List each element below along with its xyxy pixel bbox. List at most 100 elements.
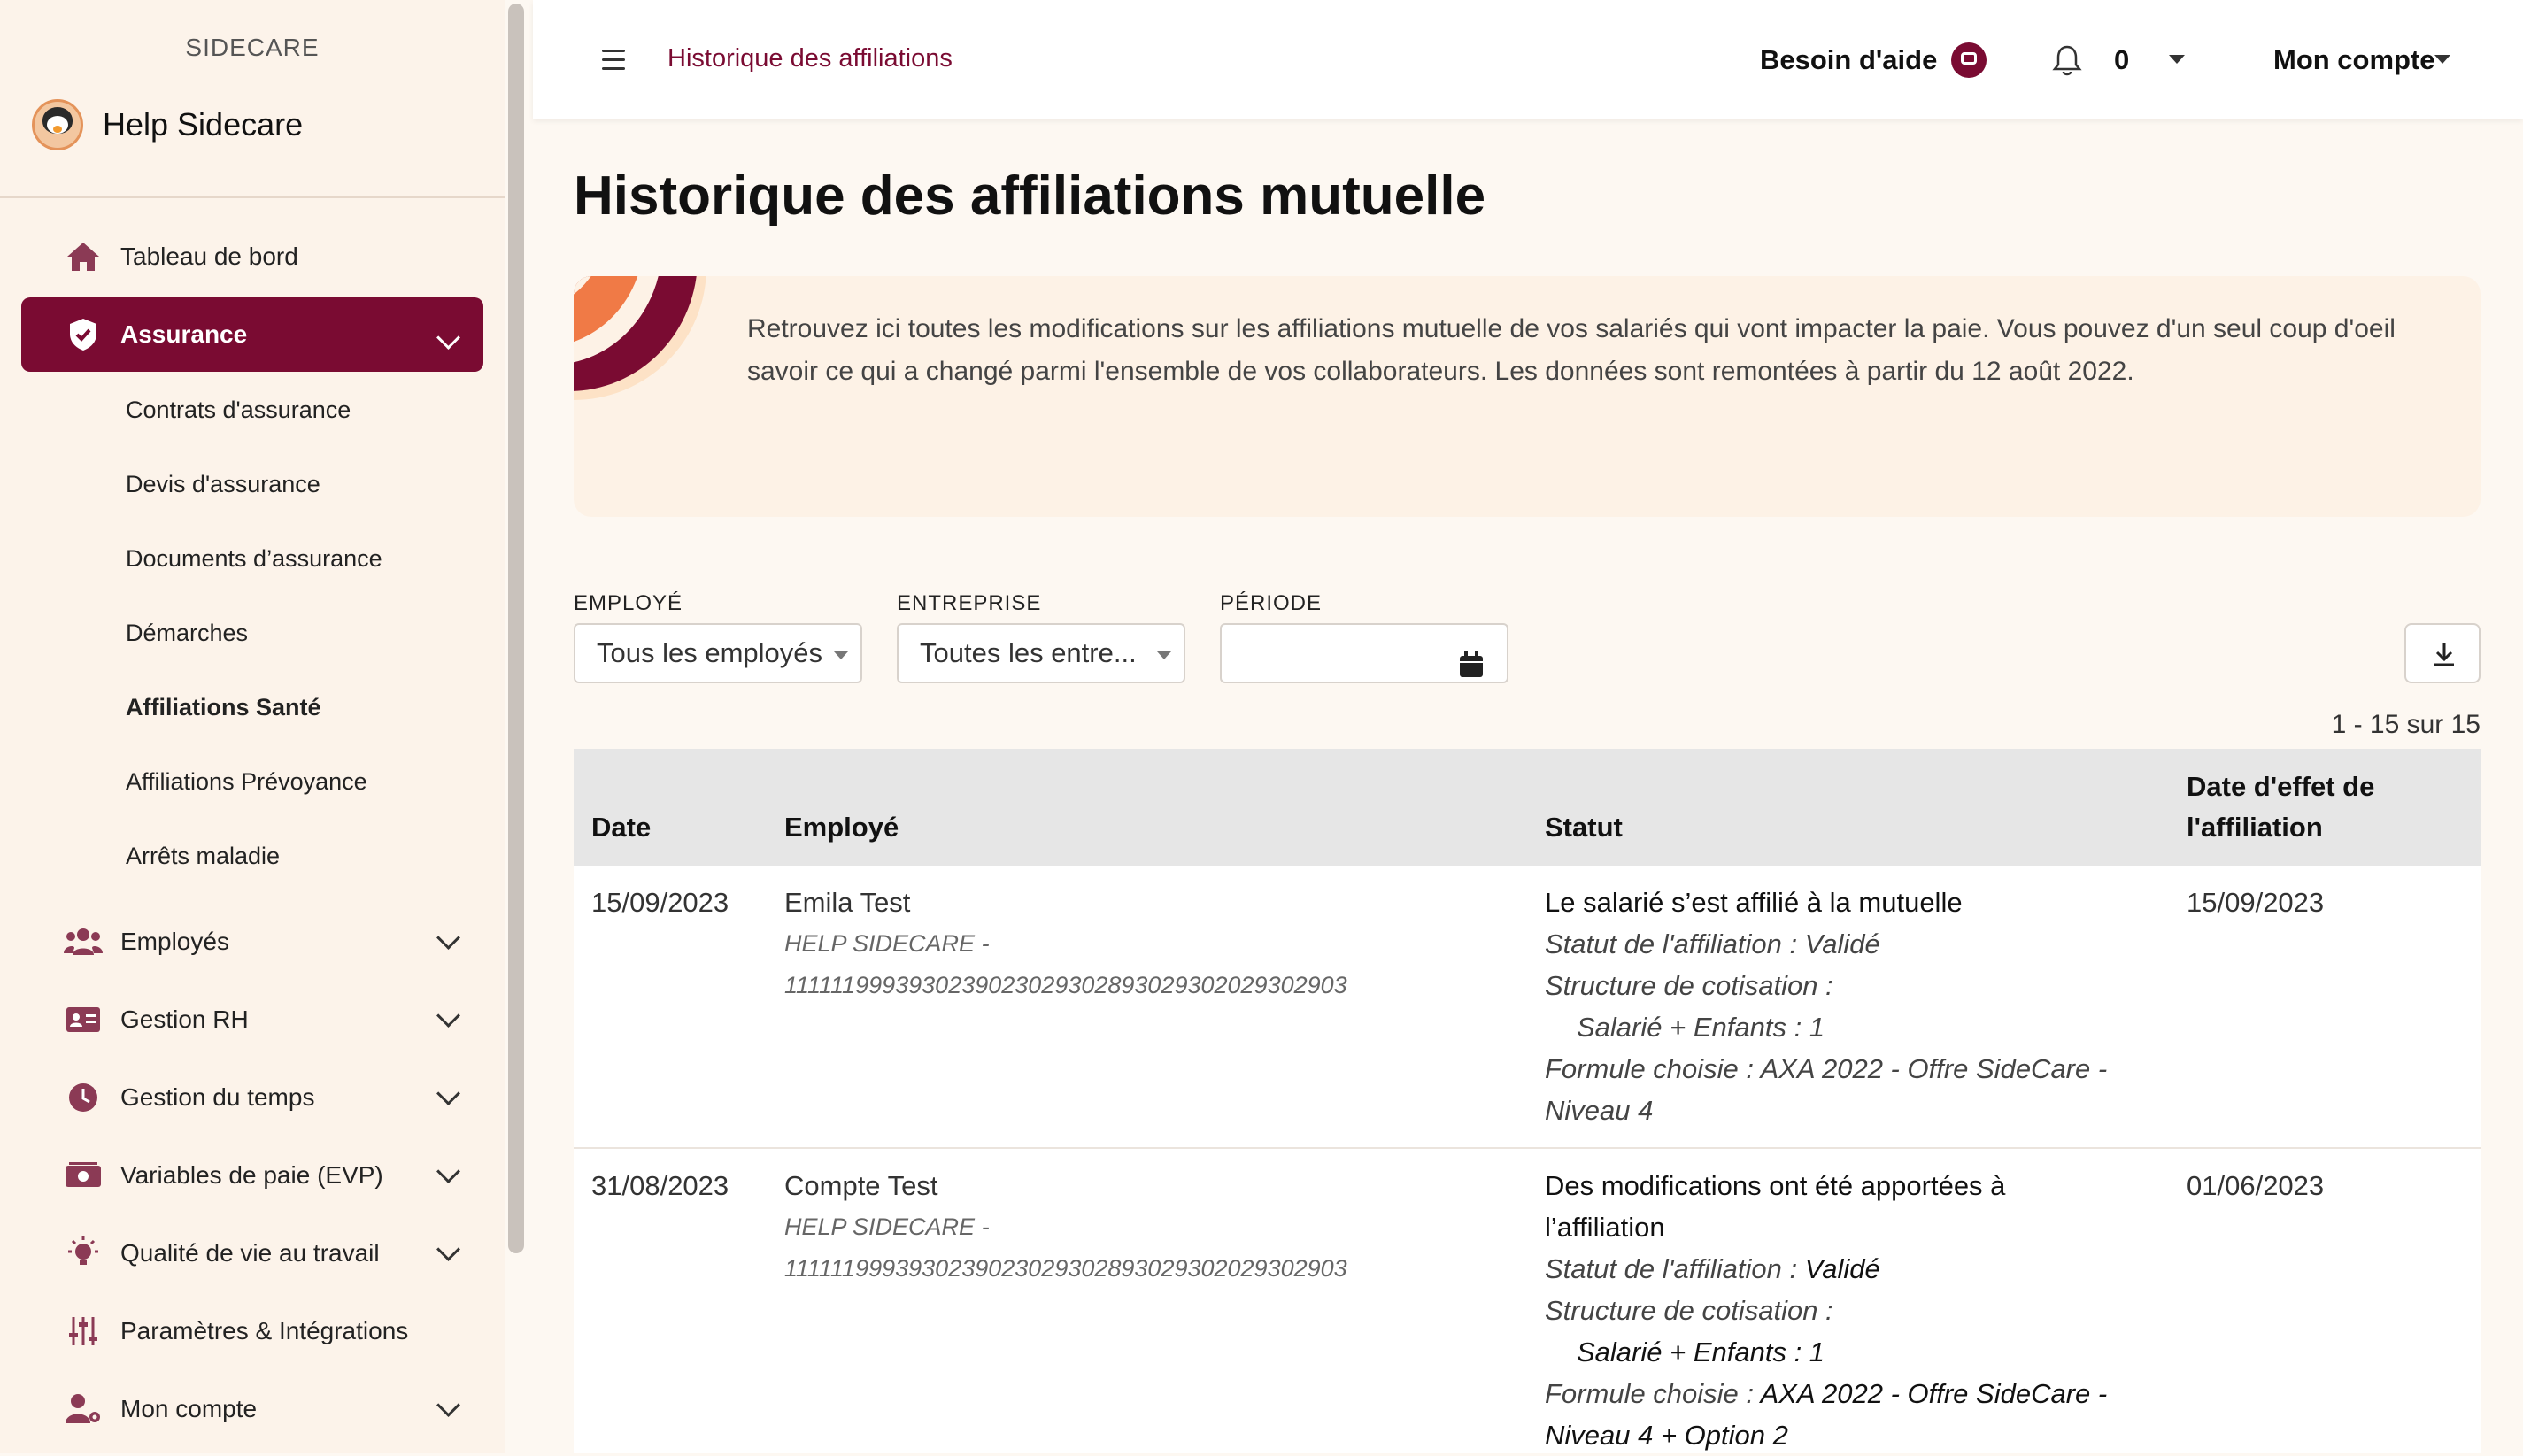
chat-help-icon[interactable] [1951, 42, 1987, 78]
bell-icon[interactable] [2052, 44, 2082, 76]
sidebar-item-mon-compte[interactable]: Mon compte [21, 1372, 483, 1446]
notification-count: 0 [2114, 44, 2130, 75]
table-header: Date Employé Statut Date d'effet de l'af… [574, 749, 2481, 866]
sidebar-subitem-demarches[interactable]: Démarches [126, 620, 248, 647]
status-formule-label: Formule choisie : [1545, 1378, 1761, 1409]
sidebar-subitem-contrats[interactable]: Contrats d'assurance [126, 397, 351, 424]
employee-company: HELP SIDECARE - [784, 930, 990, 957]
employee-code: 1111119993930239023029302893029302029302… [784, 972, 1347, 998]
status-affiliation: Statut de l'affiliation : Validé [1545, 1248, 2164, 1290]
chevron-down-icon [436, 1159, 460, 1183]
employee-name: Compte Test [784, 1170, 938, 1201]
sidebar-scrollbar[interactable] [508, 4, 524, 1253]
filter-employe-label: EMPLOYÉ [574, 591, 683, 615]
periode-date-input[interactable] [1220, 623, 1508, 683]
help-link[interactable]: Besoin d'aide [1760, 44, 1937, 76]
status-structure: Structure de cotisation : [1545, 970, 1833, 1001]
status-structure: Structure de cotisation : [1545, 1295, 1833, 1326]
row-date: 31/08/2023 [591, 1170, 729, 1201]
row-date-effet: 15/09/2023 [2187, 887, 2325, 918]
lightbulb-icon [64, 1234, 103, 1273]
filter-periode-label: PÉRIODE [1220, 591, 1323, 615]
sidebar-item-employes[interactable]: Employés [21, 905, 483, 979]
sidebar-item-variables-de-paie[interactable]: Variables de paie (EVP) [21, 1138, 483, 1213]
chevron-up-icon [436, 326, 460, 350]
sidebar-subitem-affiliations-prevoyance[interactable]: Affiliations Prévoyance [126, 768, 367, 796]
sidebar: SIDECARE Help Sidecare Tableau de bord A… [0, 0, 505, 1453]
employee-company: HELP SIDECARE - [784, 1213, 990, 1240]
account-menu[interactable]: Mon compte [2273, 44, 2435, 76]
status-affiliation-label: Statut de l'affiliation : [1545, 1253, 1805, 1284]
sidebar-subitem-documents[interactable]: Documents d’assurance [126, 545, 382, 573]
column-header-date[interactable]: Date [591, 807, 651, 848]
employee-name: Emila Test [784, 887, 911, 918]
entreprise-select-value: Toutes les entre... [920, 637, 1137, 668]
employee-code: 1111119993930239023029302893029302029302… [784, 1255, 1347, 1282]
info-card: Retrouvez ici toutes les modifications s… [574, 276, 2481, 517]
sidebar-subitem-devis[interactable]: Devis d'assurance [126, 471, 320, 498]
sidebar-item-label: Mon compte [120, 1395, 258, 1422]
dropdown-arrow-icon [1157, 651, 1171, 659]
status-structure-detail: Salarié + Enfants : 1 [1577, 1012, 1825, 1043]
sidebar-item-assurance[interactable]: Assurance [21, 297, 483, 372]
sidebar-item-tableau-de-bord[interactable]: Tableau de bord [21, 220, 483, 294]
status-affiliation: Statut de l'affiliation : Validé [1545, 928, 1880, 959]
sidebar-item-label: Gestion du temps [120, 1083, 315, 1111]
sidebar-item-label: Qualité de vie au travail [120, 1239, 380, 1267]
sidebar-subitem-arrets-maladie[interactable]: Arrêts maladie [126, 843, 280, 870]
sidebar-item-parametres[interactable]: Paramètres & Intégrations [21, 1294, 483, 1368]
status-formule-niveau: Niveau 4 + Option 2 [1545, 1420, 1788, 1451]
sidebar-divider [0, 196, 505, 198]
shield-check-icon [64, 315, 103, 354]
row-employee: Emila Test HELP SIDECARE - 1111119993930… [784, 882, 1347, 1006]
sidebar-item-gestion-rh[interactable]: Gestion RH [21, 982, 483, 1057]
account-dropdown-icon[interactable] [2434, 55, 2450, 64]
chevron-down-icon [436, 926, 460, 950]
brand-top-label: SIDECARE [185, 34, 320, 61]
status-affiliation-value: Validé [1804, 1253, 1880, 1284]
row-date-effet: 01/06/2023 [2187, 1170, 2325, 1201]
clock-icon [64, 1078, 103, 1117]
calendar-icon [1459, 641, 1484, 677]
users-icon [64, 922, 103, 961]
pagination-info: 1 - 15 sur 15 [2331, 710, 2481, 739]
row-divider [574, 1147, 2481, 1149]
hamburger-menu-icon[interactable] [602, 50, 625, 76]
row-status: Le salarié s’est affilié à la mutuelle S… [1545, 882, 2164, 1131]
employe-select[interactable]: Tous les employés [574, 623, 862, 683]
sidebar-item-gestion-du-temps[interactable]: Gestion du temps [21, 1060, 483, 1135]
entreprise-select[interactable]: Toutes les entre... [897, 623, 1185, 683]
column-header-date-effet[interactable]: Date d'effet de l'affiliation [2187, 767, 2374, 848]
user-gear-icon [64, 1390, 103, 1429]
top-header: Historique des affiliations Besoin d'aid… [533, 0, 2523, 119]
status-structure-detail: Salarié + Enfants : 1 [1577, 1337, 1825, 1367]
sidebar-item-label: Variables de paie (EVP) [120, 1161, 383, 1189]
home-icon [64, 237, 103, 276]
row-status: Des modifications ont été apportées à l’… [1545, 1165, 2164, 1456]
row-employee: Compte Test HELP SIDECARE - 111111999393… [784, 1165, 1347, 1290]
column-header-employe[interactable]: Employé [784, 807, 899, 848]
column-header-statut[interactable]: Statut [1545, 807, 1623, 848]
sidebar-item-qualite-de-vie[interactable]: Qualité de vie au travail [21, 1216, 483, 1290]
notifications-dropdown-icon[interactable] [2169, 55, 2185, 64]
sidebar-item-label: Employés [120, 928, 229, 955]
chevron-down-icon [436, 1082, 460, 1105]
info-text: Retrouvez ici toutes les modifications s… [747, 314, 2396, 386]
chevron-down-icon [436, 1004, 460, 1028]
column-header-date-effet-line1: Date d'effet de [2187, 771, 2375, 802]
status-formule-niveau: Niveau 4 [1545, 1095, 1654, 1126]
column-header-date-effet-line2: l'affiliation [2187, 812, 2323, 843]
download-icon [2433, 641, 2456, 672]
download-button[interactable] [2404, 623, 2481, 683]
sidebar-item-label: Tableau de bord [120, 243, 298, 270]
status-formule: Formule choisie : AXA 2022 - Offre SideC… [1545, 1053, 2108, 1084]
penguin-logo-icon [32, 99, 83, 150]
breadcrumb[interactable]: Historique des affiliations [667, 44, 953, 73]
sidebar-subitem-affiliations-sante[interactable]: Affiliations Santé [126, 694, 321, 721]
sliders-icon [64, 1312, 103, 1351]
page-title: Historique des affiliations mutuelle [574, 166, 1486, 227]
brand-name: Help Sidecare [103, 106, 304, 143]
employe-select-value: Tous les employés [597, 637, 823, 668]
brand[interactable]: Help Sidecare [32, 99, 303, 150]
status-formule-value: AXA 2022 - Offre SideCare - [1760, 1378, 2108, 1409]
